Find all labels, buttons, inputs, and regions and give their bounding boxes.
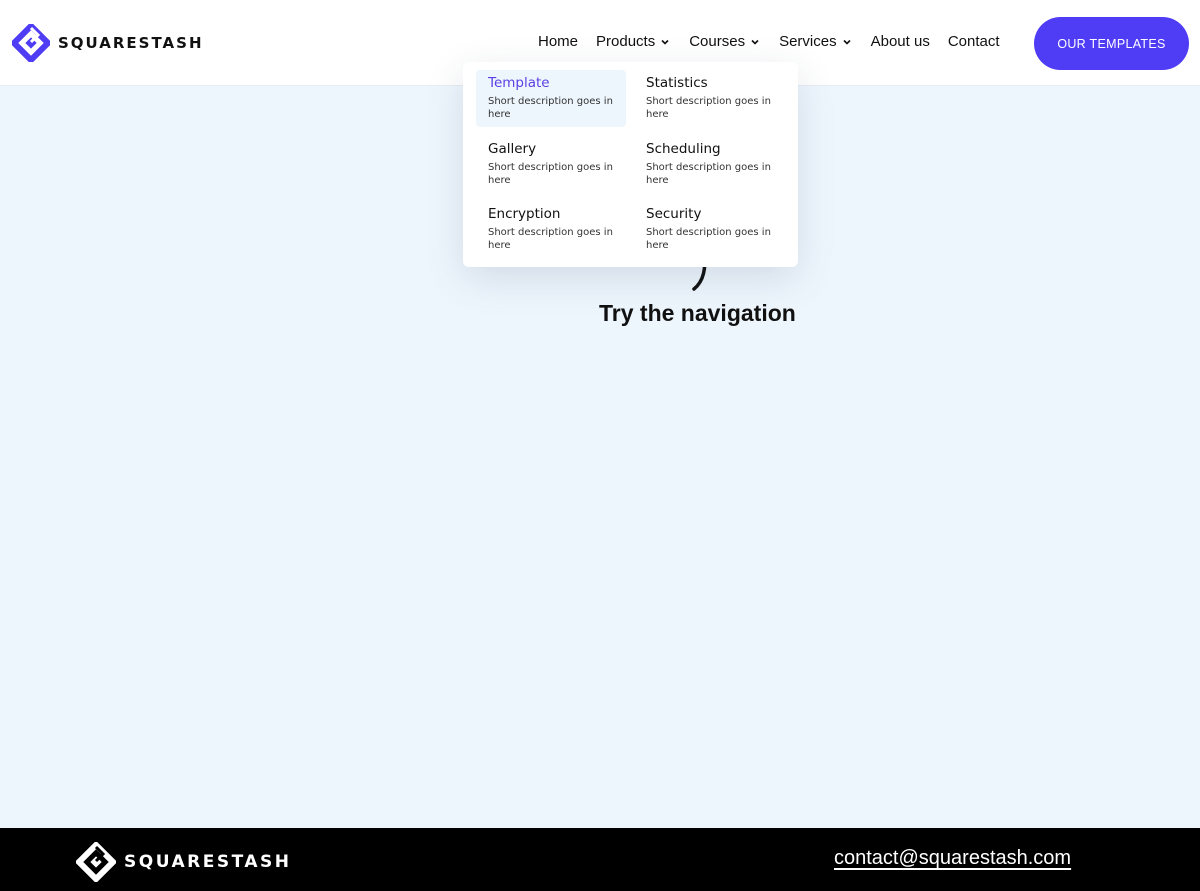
chevron-down-icon xyxy=(843,39,851,45)
dropdown-item-scheduling[interactable]: Scheduling Short description goes in her… xyxy=(634,136,784,193)
dropdown-item-title: Statistics xyxy=(646,75,708,91)
contact-email-link[interactable]: contact@squarestash.com xyxy=(834,847,1071,870)
squarestash-logo-icon xyxy=(76,842,116,882)
nav-item-products[interactable]: Products xyxy=(596,33,671,50)
nav-item-about[interactable]: About us xyxy=(871,33,930,50)
hero-heading: Try the navigation xyxy=(599,300,796,326)
dropdown-item-desc: Short description goes in here xyxy=(488,161,613,186)
dropdown-item-title: Security xyxy=(646,206,702,223)
dropdown-item-statistics[interactable]: Statistics Short description goes in her… xyxy=(634,70,784,127)
dropdown-item-title: Encryption xyxy=(488,206,561,223)
footer-logo-text: SQUARESTASH xyxy=(124,852,292,872)
nav-label: Courses xyxy=(689,33,746,50)
nav-item-contact[interactable]: Contact xyxy=(948,33,1000,50)
dropdown-item-title: Gallery xyxy=(488,140,537,157)
products-dropdown-menu: Template Short description goes in here … xyxy=(463,62,798,267)
logo[interactable]: SQUARESTASH xyxy=(12,24,204,62)
dropdown-item-desc: Short description goes in here xyxy=(646,96,771,120)
nav-label: Services xyxy=(779,33,837,50)
nav-label: Products xyxy=(596,33,656,50)
nav-label: Contact xyxy=(947,33,1000,50)
logo-text: SQUARESTASH xyxy=(58,34,204,52)
squarestash-logo-icon xyxy=(12,24,50,62)
dropdown-item-title: Scheduling xyxy=(646,140,721,157)
chevron-down-icon xyxy=(751,39,759,45)
dropdown-item-encryption[interactable]: Encryption Short description goes in her… xyxy=(476,201,626,258)
dropdown-item-title: Template xyxy=(488,75,550,91)
site-footer: SQUARESTASH contact@squarestash.com xyxy=(0,828,1200,891)
dropdown-item-template[interactable]: Template Short description goes in here xyxy=(476,70,626,127)
dropdown-item-desc: Short description goes in here xyxy=(646,227,771,252)
chevron-down-icon xyxy=(661,39,669,45)
nav-item-courses[interactable]: Courses xyxy=(689,33,761,50)
nav-item-home[interactable]: Home xyxy=(538,33,578,50)
dropdown-item-gallery[interactable]: Gallery Short description goes in here xyxy=(476,136,626,193)
nav-label: About us xyxy=(870,33,930,50)
our-templates-button[interactable]: OUR TEMPLATES xyxy=(1034,17,1189,70)
dropdown-item-security[interactable]: Security Short description goes in here xyxy=(634,201,784,258)
nav-label: Home xyxy=(538,33,579,50)
nav-item-services[interactable]: Services xyxy=(779,33,853,50)
dropdown-item-desc: Short description goes in here xyxy=(646,161,771,186)
main-nav: Home Products Courses Services About us … xyxy=(538,33,1000,50)
footer-logo[interactable]: SQUARESTASH xyxy=(76,842,291,882)
dropdown-item-desc: Short description goes in here xyxy=(488,96,613,120)
dropdown-item-desc: Short description goes in here xyxy=(488,227,613,252)
